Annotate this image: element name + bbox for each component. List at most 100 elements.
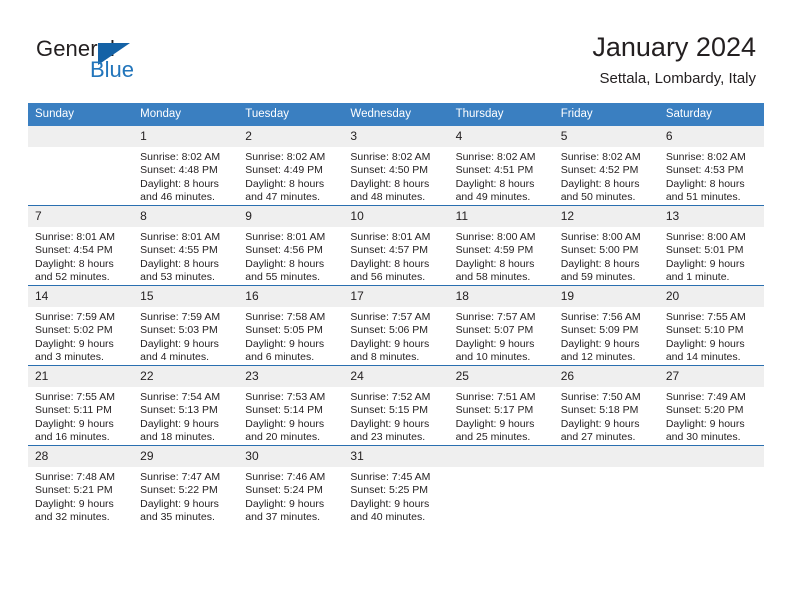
- calendar-day-cell[interactable]: 31 Sunrise: 7:45 AM Sunset: 5:25 PM Dayligh…: [343, 445, 449, 525]
- day-details: Sunrise: 7:46 AM Sunset: 5:24 PM Daylight:…: [238, 467, 343, 525]
- calendar-day-cell[interactable]: 28 Sunrise: 7:48 AM Sunset: 5:21 PM Dayligh…: [28, 445, 134, 525]
- calendar-day-cell[interactable]: 26 Sunrise: 7:50 AM Sunset: 5:18 PM Dayligh…: [553, 365, 659, 446]
- day-number: 1: [133, 126, 239, 147]
- calendar-day-cell[interactable]: 6 Sunrise: 8:02 AM Sunset: 4:53 PM Daylight…: [658, 126, 764, 206]
- daylight-text-line1: Daylight: 9 hours: [35, 337, 114, 350]
- sunset-text: Sunset: 5:20 PM: [665, 404, 744, 417]
- daylight-text-line1: Daylight: 9 hours: [245, 417, 325, 430]
- weekday-header-sunday: Sunday: [28, 103, 134, 126]
- daylight-text-line1: Daylight: 8 hours: [350, 257, 430, 270]
- day-details: Sunrise: 8:01 AM Sunset: 4:56 PM Daylight:…: [238, 227, 343, 285]
- daylight-text-line2: and 20 minutes.: [245, 431, 320, 444]
- day-number: 16: [238, 286, 344, 307]
- daylight-text-line2: and 49 minutes.: [455, 191, 531, 204]
- sunrise-text: Sunrise: 8:02 AM: [665, 151, 746, 163]
- calendar-day-cell[interactable]: 21 Sunrise: 7:55 AM Sunset: 5:11 PM Dayligh…: [28, 365, 134, 446]
- daylight-text-line1: Daylight: 9 hours: [140, 497, 219, 510]
- calendar-day-cell[interactable]: 1 Sunrise: 8:02 AM Sunset: 4:48 PM Daylight…: [133, 126, 239, 206]
- sunset-text: Sunset: 5:00 PM: [560, 244, 639, 257]
- sunrise-text: Sunrise: 7:48 AM: [35, 471, 115, 483]
- weekday-header-saturday: Saturday: [658, 103, 764, 126]
- sunset-text: Sunset: 5:02 PM: [35, 324, 113, 337]
- calendar-week-row: 21 Sunrise: 7:55 AM Sunset: 5:11 PM Dayligh…: [28, 365, 764, 446]
- calendar-day-cell[interactable]: 19 Sunrise: 7:56 AM Sunset: 5:09 PM Dayligh…: [553, 285, 659, 366]
- daylight-text-line1: Daylight: 8 hours: [665, 177, 745, 190]
- logo-text-blue: Blue: [90, 57, 135, 82]
- daylight-text-line1: Daylight: 9 hours: [245, 337, 325, 350]
- calendar-day-cell[interactable]: 13 Sunrise: 8:00 AM Sunset: 5:01 PM Dayligh…: [658, 205, 764, 286]
- sunset-text: Sunset: 5:21 PM: [35, 484, 113, 497]
- calendar-day-cell[interactable]: 10 Sunrise: 8:01 AM Sunset: 4:57 PM Dayligh…: [343, 205, 449, 286]
- calendar-day-cell[interactable]: 20 Sunrise: 7:55 AM Sunset: 5:10 PM Dayligh…: [658, 285, 764, 366]
- calendar-day-cell[interactable]: 14 Sunrise: 7:59 AM Sunset: 5:02 PM Dayligh…: [28, 285, 134, 366]
- daylight-text-line2: and 23 minutes.: [350, 431, 426, 444]
- day-details: Sunrise: 7:55 AM Sunset: 5:10 PM Daylight:…: [659, 307, 764, 365]
- day-number: [658, 446, 764, 467]
- daylight-text-line2: and 52 minutes.: [35, 271, 110, 284]
- day-details: Sunrise: 7:47 AM Sunset: 5:22 PM Daylight:…: [133, 467, 238, 525]
- calendar-day-cell[interactable]: 12 Sunrise: 8:00 AM Sunset: 5:00 PM Dayligh…: [553, 205, 659, 286]
- calendar-day-cell[interactable]: 29 Sunrise: 7:47 AM Sunset: 5:22 PM Dayligh…: [133, 445, 239, 525]
- daylight-text-line1: Daylight: 8 hours: [455, 177, 535, 190]
- sunset-text: Sunset: 4:59 PM: [455, 244, 534, 257]
- sunset-text: Sunset: 4:51 PM: [455, 164, 534, 177]
- sunrise-text: Sunrise: 7:46 AM: [245, 471, 326, 483]
- daylight-text-line1: Daylight: 9 hours: [245, 497, 325, 510]
- day-details: Sunrise: 8:00 AM Sunset: 5:00 PM Daylight:…: [554, 227, 659, 285]
- day-details: Sunrise: 8:00 AM Sunset: 5:01 PM Daylight:…: [659, 227, 764, 285]
- calendar-empty-cell: [28, 126, 134, 206]
- calendar-day-cell[interactable]: 3 Sunrise: 8:02 AM Sunset: 4:50 PM Daylight…: [343, 126, 449, 206]
- calendar-day-cell[interactable]: 16 Sunrise: 7:58 AM Sunset: 5:05 PM Dayligh…: [238, 285, 344, 366]
- daylight-text-line1: Daylight: 9 hours: [560, 417, 640, 430]
- daylight-text-line1: Daylight: 9 hours: [665, 337, 745, 350]
- general-blue-logo: General Blue: [36, 36, 226, 92]
- calendar-day-cell[interactable]: 17 Sunrise: 7:57 AM Sunset: 5:06 PM Dayligh…: [343, 285, 449, 366]
- calendar-day-cell[interactable]: 2 Sunrise: 8:02 AM Sunset: 4:49 PM Daylight…: [238, 126, 344, 206]
- sunrise-text: Sunrise: 7:57 AM: [350, 311, 431, 323]
- sunrise-text: Sunrise: 7:49 AM: [665, 391, 746, 403]
- calendar-day-cell[interactable]: 5 Sunrise: 8:02 AM Sunset: 4:52 PM Daylight…: [553, 126, 659, 206]
- calendar-day-cell[interactable]: 18 Sunrise: 7:57 AM Sunset: 5:07 PM Dayligh…: [448, 285, 554, 366]
- day-details: Sunrise: 7:58 AM Sunset: 5:05 PM Daylight:…: [238, 307, 343, 365]
- daylight-text-line2: and 18 minutes.: [140, 431, 215, 444]
- calendar-day-cell[interactable]: 8 Sunrise: 8:01 AM Sunset: 4:55 PM Daylight…: [133, 205, 239, 286]
- sunrise-text: Sunrise: 8:00 AM: [665, 231, 746, 243]
- daylight-text-line2: and 27 minutes.: [560, 431, 636, 444]
- daylight-text-line1: Daylight: 8 hours: [140, 177, 219, 190]
- daylight-text-line2: and 55 minutes.: [245, 271, 320, 284]
- day-number: 4: [448, 126, 554, 147]
- day-details: Sunrise: 7:45 AM Sunset: 5:25 PM Daylight:…: [343, 467, 448, 525]
- calendar-day-cell[interactable]: 27 Sunrise: 7:49 AM Sunset: 5:20 PM Dayligh…: [658, 365, 764, 446]
- day-details: Sunrise: 7:59 AM Sunset: 5:02 PM Daylight:…: [28, 307, 133, 365]
- calendar-day-cell[interactable]: 23 Sunrise: 7:53 AM Sunset: 5:14 PM Dayligh…: [238, 365, 344, 446]
- page-header: General Blue January 2024 Settala, Lomba…: [0, 0, 792, 103]
- day-details: Sunrise: 7:57 AM Sunset: 5:07 PM Daylight:…: [449, 307, 554, 365]
- calendar-day-cell[interactable]: 7 Sunrise: 8:01 AM Sunset: 4:54 PM Daylight…: [28, 205, 134, 286]
- calendar-day-cell[interactable]: 9 Sunrise: 8:01 AM Sunset: 4:56 PM Daylight…: [238, 205, 344, 286]
- calendar-day-cell[interactable]: 15 Sunrise: 7:59 AM Sunset: 5:03 PM Dayligh…: [133, 285, 239, 366]
- day-number: 26: [553, 366, 659, 387]
- sunset-text: Sunset: 4:54 PM: [35, 244, 113, 257]
- daylight-text-line1: Daylight: 8 hours: [560, 257, 640, 270]
- calendar-day-cell[interactable]: 25 Sunrise: 7:51 AM Sunset: 5:17 PM Dayligh…: [448, 365, 554, 446]
- sunset-text: Sunset: 4:52 PM: [560, 164, 639, 177]
- daylight-text-line1: Daylight: 9 hours: [140, 337, 219, 350]
- day-number: [553, 446, 659, 467]
- calendar-grid: Sunday Monday Tuesday Wednesday Thursday…: [28, 103, 764, 525]
- calendar-day-cell[interactable]: 22 Sunrise: 7:54 AM Sunset: 5:13 PM Dayligh…: [133, 365, 239, 446]
- calendar-day-cell[interactable]: 30 Sunrise: 7:46 AM Sunset: 5:24 PM Dayligh…: [238, 445, 344, 525]
- daylight-text-line1: Daylight: 8 hours: [245, 177, 325, 190]
- daylight-text-line1: Daylight: 8 hours: [560, 177, 640, 190]
- sunrise-text: Sunrise: 8:02 AM: [245, 151, 326, 163]
- sunrise-text: Sunrise: 8:00 AM: [455, 231, 536, 243]
- daylight-text-line1: Daylight: 8 hours: [245, 257, 325, 270]
- calendar-day-cell[interactable]: 24 Sunrise: 7:52 AM Sunset: 5:15 PM Dayligh…: [343, 365, 449, 446]
- calendar-day-cell[interactable]: 4 Sunrise: 8:02 AM Sunset: 4:51 PM Daylight…: [448, 126, 554, 206]
- day-details: Sunrise: 8:02 AM Sunset: 4:53 PM Daylight:…: [659, 147, 764, 205]
- day-number: 22: [133, 366, 239, 387]
- daylight-text-line2: and 40 minutes.: [350, 511, 426, 524]
- daylight-text-line1: Daylight: 9 hours: [665, 257, 745, 270]
- day-details: Sunrise: 8:00 AM Sunset: 4:59 PM Daylight:…: [449, 227, 554, 285]
- sunset-text: Sunset: 4:50 PM: [350, 164, 429, 177]
- calendar-day-cell[interactable]: 11 Sunrise: 8:00 AM Sunset: 4:59 PM Dayligh…: [448, 205, 554, 286]
